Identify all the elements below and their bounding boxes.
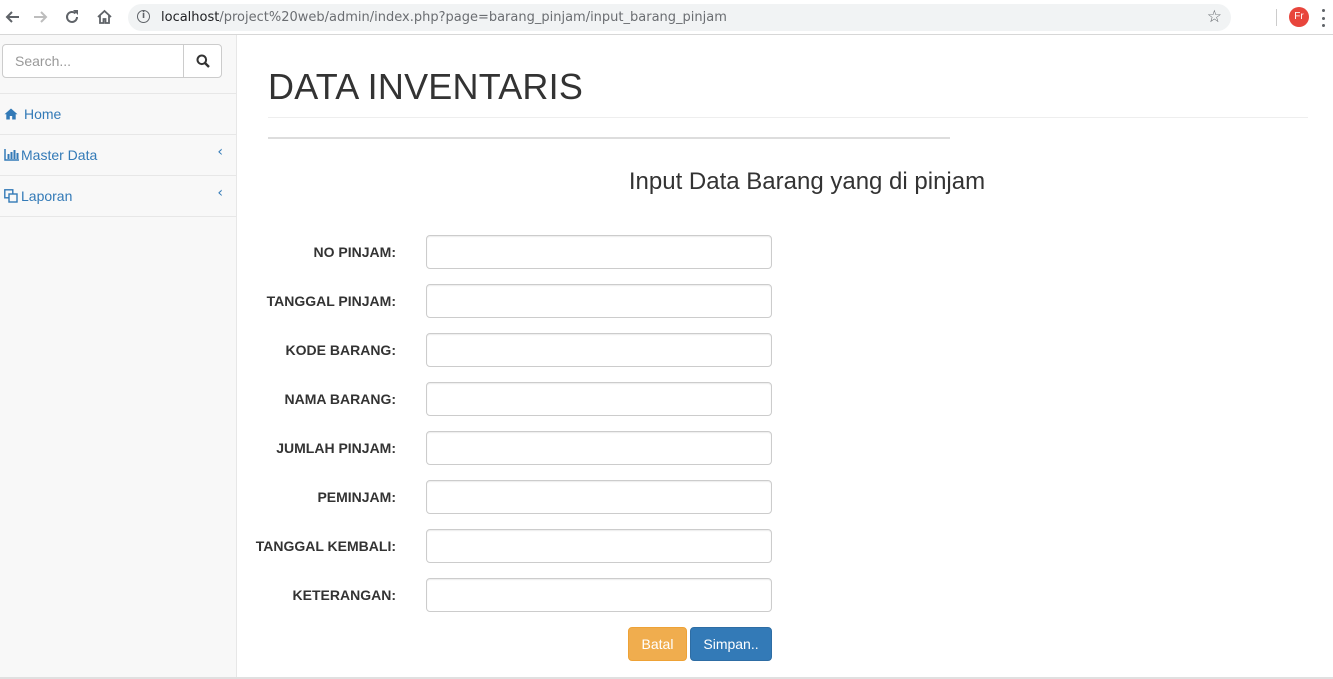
forward-icon[interactable] bbox=[29, 5, 53, 29]
keterangan-input[interactable] bbox=[426, 578, 772, 612]
sidebar: Home Master Data ‹ Laporan ‹ bbox=[0, 35, 237, 679]
field-label: TANGGAL PINJAM: bbox=[266, 293, 396, 309]
kode-barang-input[interactable] bbox=[426, 333, 772, 367]
url-text[interactable]: localhost/project%20web/admin/index.php?… bbox=[161, 10, 727, 25]
field-label: KODE BARANG: bbox=[285, 342, 396, 358]
divider bbox=[268, 137, 950, 139]
peminjam-input[interactable] bbox=[426, 480, 772, 514]
field-label: TANGGAL KEMBALI: bbox=[255, 538, 396, 554]
form-row-kode-barang: KODE BARANG: bbox=[240, 333, 780, 367]
search-button[interactable] bbox=[183, 44, 222, 78]
home-icon bbox=[3, 106, 19, 122]
chevron-left-icon: ‹ bbox=[217, 185, 223, 201]
divider bbox=[268, 117, 1308, 118]
sidebar-item-home[interactable]: Home bbox=[0, 94, 236, 135]
address-bar[interactable]: i localhost/project%20web/admin/index.ph… bbox=[128, 4, 1231, 31]
no-pinjam-input[interactable] bbox=[426, 235, 772, 269]
chevron-left-icon: ‹ bbox=[217, 144, 223, 160]
form-row-peminjam: PEMINJAM: bbox=[240, 480, 780, 514]
field-label: KETERANGAN: bbox=[292, 587, 396, 603]
sidebar-item-laporan[interactable]: Laporan ‹ bbox=[0, 176, 236, 217]
search-input[interactable] bbox=[2, 44, 184, 78]
tanggal-pinjam-input[interactable] bbox=[426, 284, 772, 318]
nama-barang-input[interactable] bbox=[426, 382, 772, 416]
home-icon[interactable] bbox=[92, 5, 116, 29]
star-icon[interactable]: ☆ bbox=[1207, 7, 1222, 27]
browser-toolbar: i localhost/project%20web/admin/index.ph… bbox=[0, 0, 1333, 35]
avatar[interactable]: Fr bbox=[1289, 7, 1309, 27]
form-row-keterangan: KETERANGAN: bbox=[240, 578, 780, 612]
field-label: NAMA BARANG: bbox=[284, 391, 396, 407]
search-icon bbox=[196, 54, 210, 68]
form-row-tanggal-pinjam: TANGGAL PINJAM: bbox=[240, 284, 780, 318]
info-icon[interactable]: i bbox=[137, 10, 150, 23]
sidebar-item-label: Home bbox=[24, 106, 62, 122]
form-title: Input Data Barang yang di pinjam bbox=[268, 168, 1308, 196]
jumlah-pinjam-input[interactable] bbox=[426, 431, 772, 465]
save-button[interactable]: Simpan.. bbox=[690, 627, 772, 661]
bar-chart-icon bbox=[3, 147, 19, 163]
cancel-button[interactable]: Batal bbox=[628, 627, 687, 661]
form-row-no-pinjam: NO PINJAM: bbox=[240, 235, 780, 269]
form-row-jumlah-pinjam: JUMLAH PINJAM: bbox=[240, 431, 780, 465]
menu-icon[interactable] bbox=[1322, 9, 1326, 27]
field-label: PEMINJAM: bbox=[317, 489, 396, 505]
toolbar-divider bbox=[1276, 9, 1277, 26]
url-path: /project%20web/admin/index.php?page=bara… bbox=[219, 10, 727, 25]
sidebar-item-label: Laporan bbox=[21, 188, 73, 204]
tanggal-kembali-input[interactable] bbox=[426, 529, 772, 563]
sidebar-search bbox=[2, 44, 222, 78]
field-label: JUMLAH PINJAM: bbox=[276, 440, 396, 456]
reload-icon[interactable] bbox=[60, 5, 84, 29]
sidebar-nav: Home Master Data ‹ Laporan ‹ bbox=[0, 93, 236, 217]
form-row-tanggal-kembali: TANGGAL KEMBALI: bbox=[240, 529, 780, 563]
page-title: DATA INVENTARIS bbox=[268, 66, 584, 107]
form-row-nama-barang: NAMA BARANG: bbox=[240, 382, 780, 416]
form-title-text: Input Data Barang yang di pinjam bbox=[628, 168, 986, 195]
copy-icon bbox=[3, 188, 19, 204]
back-icon[interactable] bbox=[0, 5, 24, 29]
field-label: NO PINJAM: bbox=[313, 244, 396, 260]
url-host: localhost bbox=[161, 10, 220, 25]
sidebar-item-master-data[interactable]: Master Data ‹ bbox=[0, 135, 236, 176]
sidebar-item-label: Master Data bbox=[21, 147, 98, 163]
